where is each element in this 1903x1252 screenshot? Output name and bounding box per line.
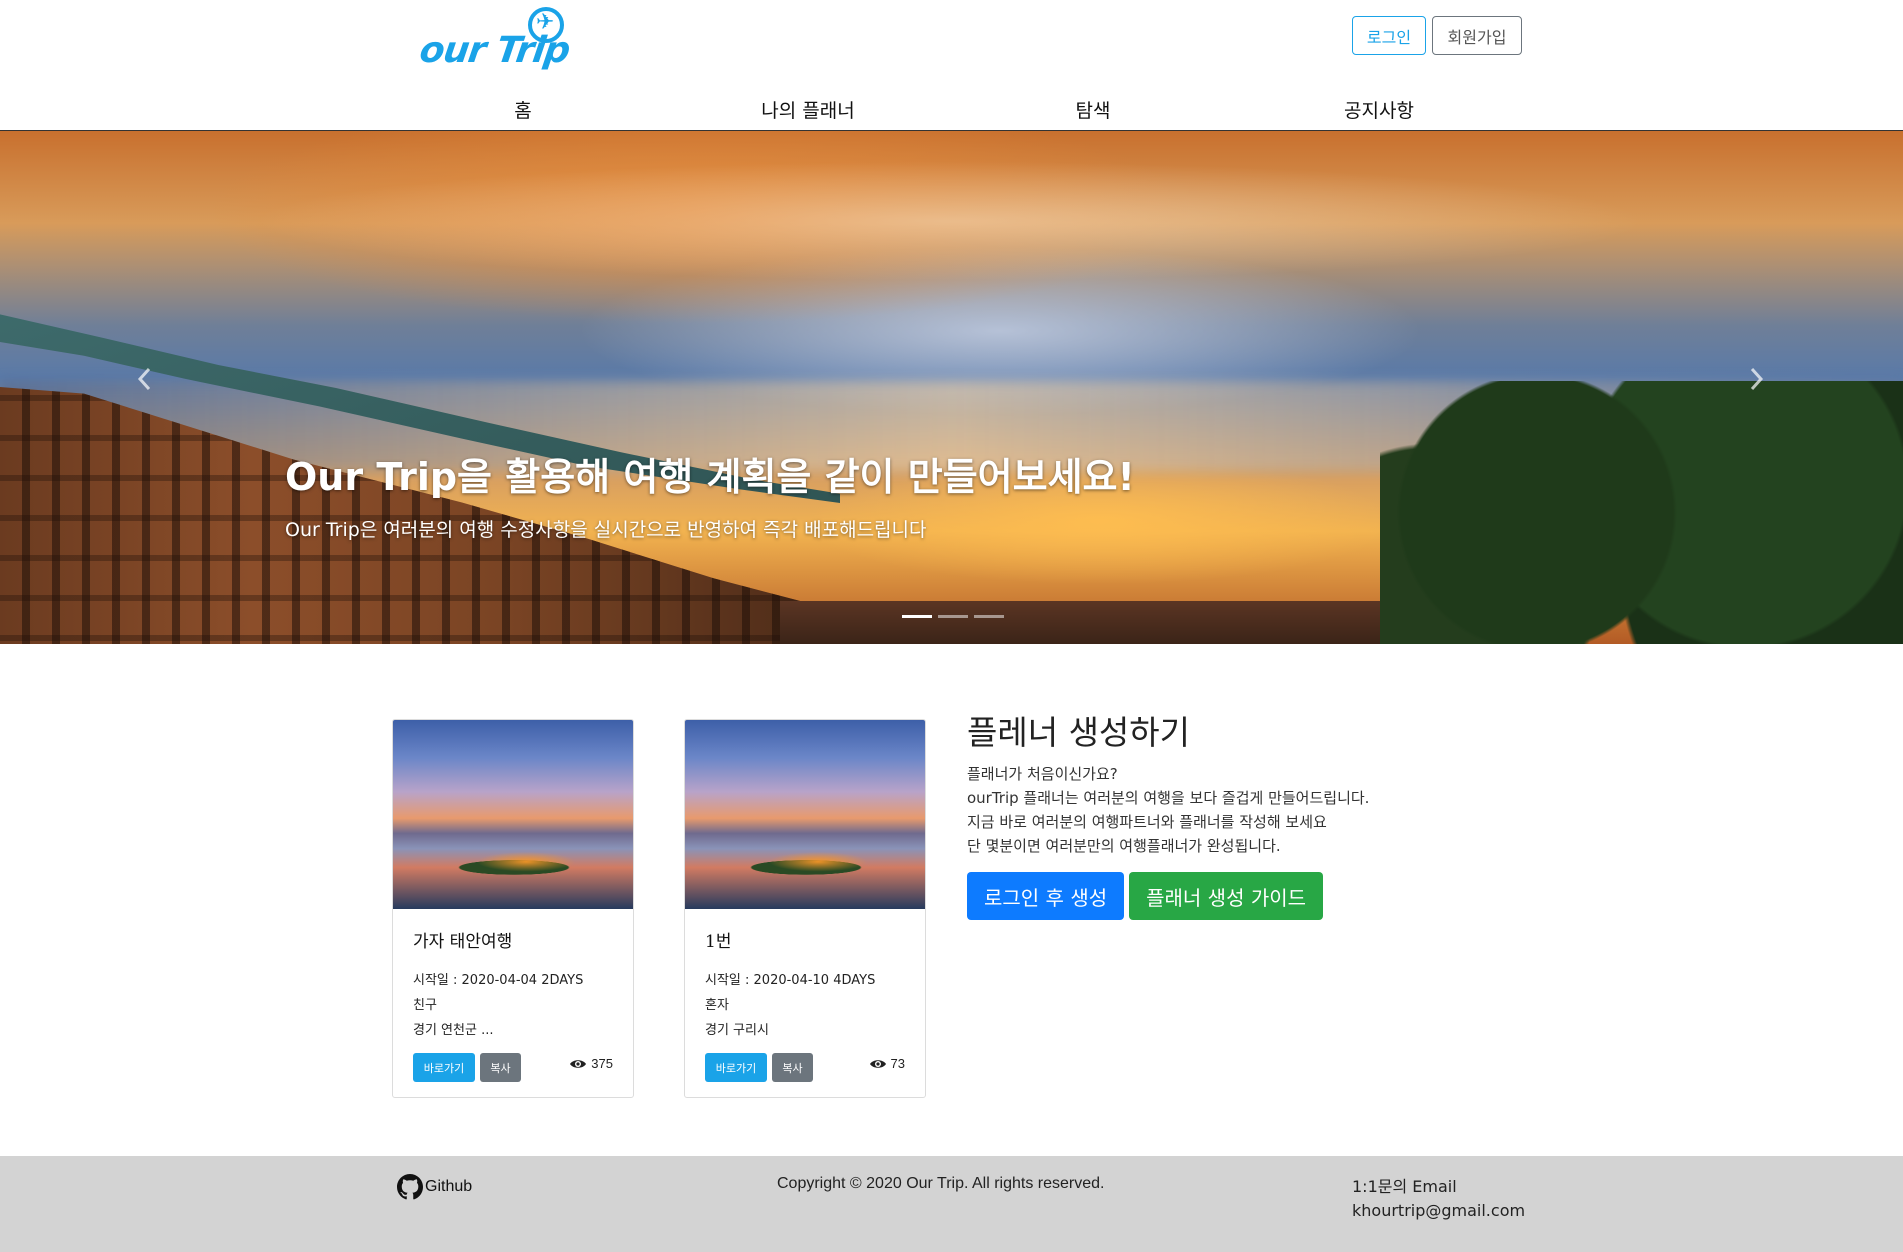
planner-guide-button[interactable]: 플래너 생성 가이드 [1129, 872, 1324, 920]
card-actions: 바로가기 복사 [705, 1053, 813, 1082]
card-title: 가자 태안여행 [413, 932, 513, 952]
go-button[interactable]: 바로가기 [413, 1053, 475, 1082]
carousel-prev-icon[interactable] [134, 367, 154, 393]
planner-buttons: 로그인 후 생성 플래너 생성 가이드 [967, 872, 1467, 920]
eye-icon [570, 1059, 587, 1068]
card-body: 가자 태안여행 시작일 : 2020-04-04 2DAYS 친구 경기 연천군… [393, 909, 633, 1038]
nav-item-my-planner[interactable]: 나의 플래너 [761, 96, 854, 123]
contact-title: 1:1문의 Email [1352, 1177, 1457, 1196]
planner-line: 단 몇분이면 여러분만의 여행플래너가 완성됩니다. [967, 837, 1281, 855]
airplane-icon: ✈ [536, 9, 555, 34]
go-button[interactable]: 바로가기 [705, 1053, 767, 1082]
carousel-next-icon[interactable] [1747, 367, 1767, 393]
card-location: 경기 연천군 ... [413, 1023, 494, 1038]
hero-carousel: Our Trip을 활용해 여행 계획을 같이 만들어보세요! Our Trip… [0, 131, 1903, 644]
site-header: our Trip ✈ 로그인 회원가입 홈 나의 플래너 탐색 공지사항 [0, 0, 1903, 131]
carousel-indicator[interactable] [974, 615, 1004, 618]
nav-item-home[interactable]: 홈 [514, 96, 531, 123]
nav-item-explore[interactable]: 탐색 [1076, 96, 1111, 123]
signup-button[interactable]: 회원가입 [1432, 16, 1522, 55]
copy-button[interactable]: 복사 [480, 1053, 521, 1082]
planner-title: 플레너 생성하기 [967, 713, 1191, 752]
nav-item-notice[interactable]: 공지사항 [1344, 96, 1414, 123]
planner-card: 가자 태안여행 시작일 : 2020-04-04 2DAYS 친구 경기 연천군… [392, 719, 634, 1098]
card-companion: 친구 [413, 998, 437, 1013]
hero-title: Our Trip을 활용해 여행 계획을 같이 만들어보세요! [285, 455, 1135, 499]
carousel-indicator[interactable] [902, 615, 932, 618]
main-nav: 홈 나의 플래너 탐색 공지사항 [0, 92, 1903, 130]
card-start-date: 시작일 : 2020-04-04 2DAYS [413, 973, 584, 988]
card-body: 1번 시작일 : 2020-04-10 4DAYS 혼자 경기 구리시 [685, 909, 925, 1038]
card-start-date: 시작일 : 2020-04-10 4DAYS [705, 973, 876, 988]
site-footer: Github Copyright © 2020 Our Trip. All ri… [0, 1156, 1903, 1252]
logo[interactable]: our Trip ✈ [417, 4, 572, 76]
view-count-value: 375 [591, 1056, 613, 1071]
github-label: Github [425, 1178, 473, 1195]
card-title: 1번 [705, 932, 732, 952]
card-actions: 바로가기 복사 [413, 1053, 521, 1082]
planner-description: 플래너가 처음이신가요? ourTrip 플래너는 여러분의 여행을 보다 즐겁… [967, 762, 1467, 858]
sky-cloud [250, 161, 1650, 281]
contact-email[interactable]: khourtrip@gmail.com [1352, 1199, 1525, 1223]
login-button[interactable]: 로그인 [1352, 16, 1426, 55]
planner-line: 플래너가 처음이신가요? [967, 765, 1118, 783]
create-after-login-button[interactable]: 로그인 후 생성 [967, 872, 1125, 920]
copyright: Copyright © 2020 Our Trip. All rights re… [777, 1175, 1105, 1192]
hero-subtitle: Our Trip은 여러분의 여행 수정사항을 실시간으로 반영하여 즉각 배포… [285, 519, 927, 541]
carousel-indicator[interactable] [938, 615, 968, 618]
create-planner-section: 플레너 생성하기 플래너가 처음이신가요? ourTrip 플래너는 여러분의 … [967, 706, 1467, 920]
planner-card: 1번 시작일 : 2020-04-10 4DAYS 혼자 경기 구리시 바로가기… [684, 719, 926, 1098]
contact-info: 1:1문의 Email khourtrip@gmail.com [1352, 1175, 1525, 1223]
card-location: 경기 구리시 [705, 1023, 769, 1038]
card-image [393, 720, 633, 909]
github-icon [397, 1174, 423, 1200]
trees [1380, 381, 1903, 644]
auth-buttons: 로그인 회원가입 [1352, 16, 1522, 55]
copy-button[interactable]: 복사 [772, 1053, 813, 1082]
carousel-indicators [902, 615, 1004, 618]
planner-line: 지금 바로 여러분의 여행파트너와 플래너를 작성해 보세요 [967, 813, 1327, 831]
hero-caption: Our Trip을 활용해 여행 계획을 같이 만들어보세요! Our Trip… [285, 446, 1135, 542]
view-count-value: 73 [890, 1056, 905, 1071]
eye-icon [869, 1059, 886, 1068]
planner-line: ourTrip 플래너는 여러분의 여행을 보다 즐겁게 만들어드립니다. [967, 789, 1370, 807]
card-image [685, 720, 925, 909]
street-ground [780, 601, 1480, 644]
github-link[interactable]: Github [397, 1174, 472, 1200]
card-companion: 혼자 [705, 998, 729, 1013]
view-count: 375 [569, 1056, 613, 1071]
view-count: 73 [869, 1056, 905, 1071]
